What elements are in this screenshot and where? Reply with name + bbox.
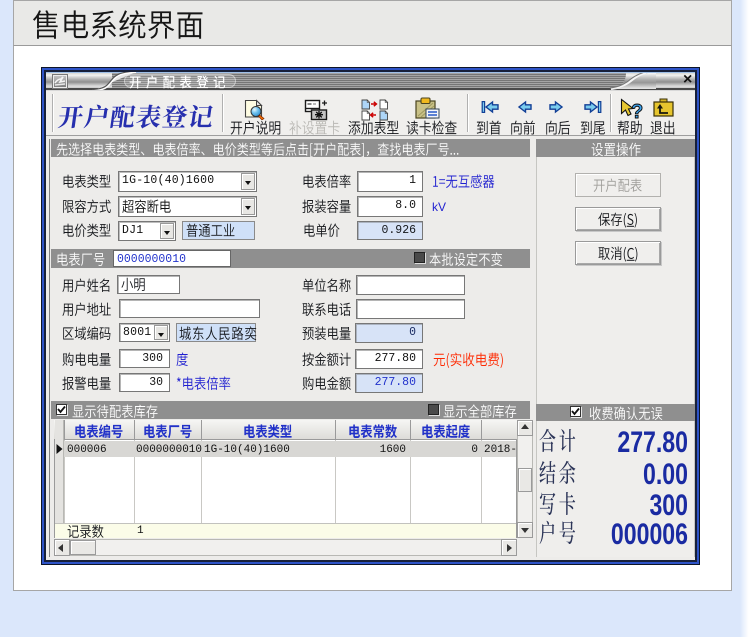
svg-text:?: ? xyxy=(631,101,643,122)
